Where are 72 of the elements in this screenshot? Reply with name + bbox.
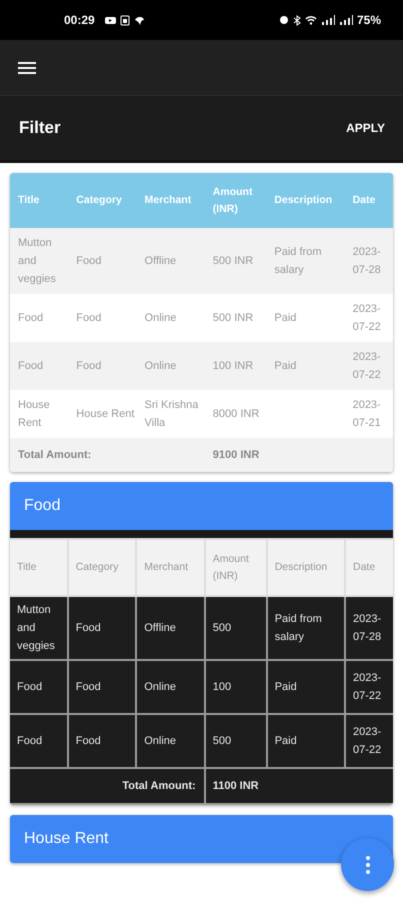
battery-level: 75% — [356, 13, 381, 27]
wifi-icon — [304, 15, 317, 25]
table-cell: Paid from salary — [268, 597, 344, 659]
column-header: Amount (INR) — [206, 540, 266, 595]
table-cell: Online — [137, 661, 204, 713]
table-cell: Food — [68, 597, 136, 659]
table-cell: Food — [76, 312, 102, 324]
table-cell: 2023-07-22 — [352, 303, 381, 333]
column-header: Description — [268, 540, 344, 595]
table-cell: Food — [68, 661, 136, 713]
table-cell: Offline — [137, 597, 204, 659]
sim-icon — [120, 14, 130, 26]
table-cell: Paid — [274, 312, 296, 324]
table-cell: Food — [10, 715, 67, 767]
table-cell: Online — [137, 715, 204, 767]
table-cell: Food — [18, 312, 44, 324]
table-cell: Offline — [144, 255, 176, 267]
column-header: Amount (INR) — [204, 173, 266, 228]
table-cell: Online — [144, 360, 176, 372]
table-cell: 2023-07-28 — [352, 246, 381, 276]
signal-icon — [320, 15, 335, 25]
signal-icon — [338, 15, 353, 25]
table-cell: 2023-07-21 — [352, 399, 381, 429]
table-cell: Paid — [268, 661, 344, 713]
table-cell: 2023-07-22 — [352, 351, 381, 381]
bluetooth-icon — [292, 14, 301, 26]
table-cell: Food — [68, 715, 136, 767]
more-vertical-icon — [366, 856, 370, 874]
table-cell: Online — [144, 312, 176, 324]
table-cell: Food — [76, 255, 102, 267]
column-header: Date — [346, 540, 393, 595]
table-cell: Food — [18, 360, 44, 372]
clock-time: 00:29 — [64, 13, 95, 27]
apply-button[interactable]: APPLY — [340, 115, 391, 141]
total-label: Total Amount: — [18, 449, 92, 461]
table-cell: Sri Krishna Villa — [144, 399, 198, 429]
table-cell: Mutton and veggies — [10, 597, 67, 659]
total-value: 9100 INR — [212, 449, 260, 461]
column-header: Category — [68, 540, 136, 595]
column-header: Description — [266, 173, 345, 228]
group-title: House Rent — [10, 815, 393, 863]
table-cell: 500 INR — [212, 312, 254, 324]
column-header: Date — [344, 173, 393, 228]
column-header: Merchant — [136, 173, 205, 228]
table-cell: House Rent — [76, 408, 134, 420]
table-cell: Mutton and veggies — [18, 237, 56, 285]
table-cell: 2023-07-22 — [346, 715, 393, 767]
group-title: Food — [10, 482, 393, 530]
table-cell: 8000 INR — [212, 408, 260, 420]
table-cell: 100 INR — [212, 360, 254, 372]
table-cell: 100 — [206, 661, 266, 713]
total-value: 1100 INR — [206, 769, 393, 803]
menu-icon[interactable] — [18, 60, 36, 74]
table-cell: 500 — [206, 597, 266, 659]
table-cell: 2023-07-28 — [346, 597, 393, 659]
total-label: Total Amount: — [10, 769, 204, 803]
table-cell: 500 INR — [212, 255, 254, 267]
table-cell: 2023-07-22 — [346, 661, 393, 713]
column-header: Title — [10, 540, 67, 595]
table-cell: 500 — [206, 715, 266, 767]
table-cell: Food — [76, 360, 102, 372]
table-cell: Paid — [274, 360, 296, 372]
table-cell: Food — [10, 661, 67, 713]
more-button[interactable] — [341, 838, 394, 891]
column-header: Title — [10, 173, 68, 228]
column-header: Category — [68, 173, 137, 228]
column-header: Merchant — [137, 540, 204, 595]
table-cell: Paid from salary — [274, 246, 322, 276]
table-cell: House Rent — [18, 399, 50, 429]
filter-title: Filter — [19, 118, 61, 138]
table-cell: Paid — [268, 715, 344, 767]
video-icon — [104, 16, 116, 24]
